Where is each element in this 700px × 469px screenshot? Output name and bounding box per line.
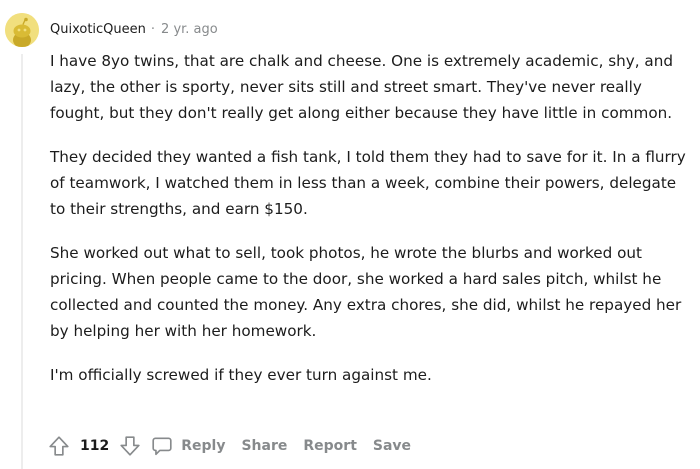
comment-actions: 112 Reply Share Report Save bbox=[46, 432, 411, 460]
share-button[interactable]: Share bbox=[241, 438, 287, 454]
comment-paragraph: They decided they wanted a fish tank, I … bbox=[50, 148, 686, 218]
comment-paragraph: She worked out what to sell, took photos… bbox=[50, 244, 682, 340]
save-button[interactable]: Save bbox=[373, 438, 411, 454]
comment-paragraph: I have 8yo twins, that are chalk and che… bbox=[50, 52, 673, 122]
upvote-button[interactable] bbox=[46, 433, 72, 459]
upvote-arrow-icon bbox=[49, 436, 69, 456]
comment: QuixoticQueen · 2 yr. ago I have 8yo twi… bbox=[0, 0, 700, 469]
snoo-avatar-icon bbox=[5, 13, 39, 47]
vote-score: 112 bbox=[80, 438, 110, 454]
reply-button[interactable]: Reply bbox=[151, 435, 225, 457]
comment-paragraph: I'm officially screwed if they ever turn… bbox=[50, 366, 432, 384]
comment-body: I have 8yo twins, that are chalk and che… bbox=[50, 48, 690, 406]
reply-label: Reply bbox=[181, 438, 226, 454]
report-button[interactable]: Report bbox=[303, 438, 357, 454]
comment-bubble-icon bbox=[152, 437, 172, 456]
downvote-arrow-icon bbox=[120, 436, 140, 456]
downvote-button[interactable] bbox=[117, 433, 143, 459]
user-avatar[interactable] bbox=[5, 13, 39, 47]
username[interactable]: QuixoticQueen bbox=[50, 20, 146, 40]
timestamp[interactable]: 2 yr. ago bbox=[161, 20, 218, 40]
comment-header: QuixoticQueen · 2 yr. ago bbox=[50, 20, 218, 40]
separator-dot: · bbox=[150, 22, 156, 37]
thread-line[interactable] bbox=[21, 54, 23, 469]
